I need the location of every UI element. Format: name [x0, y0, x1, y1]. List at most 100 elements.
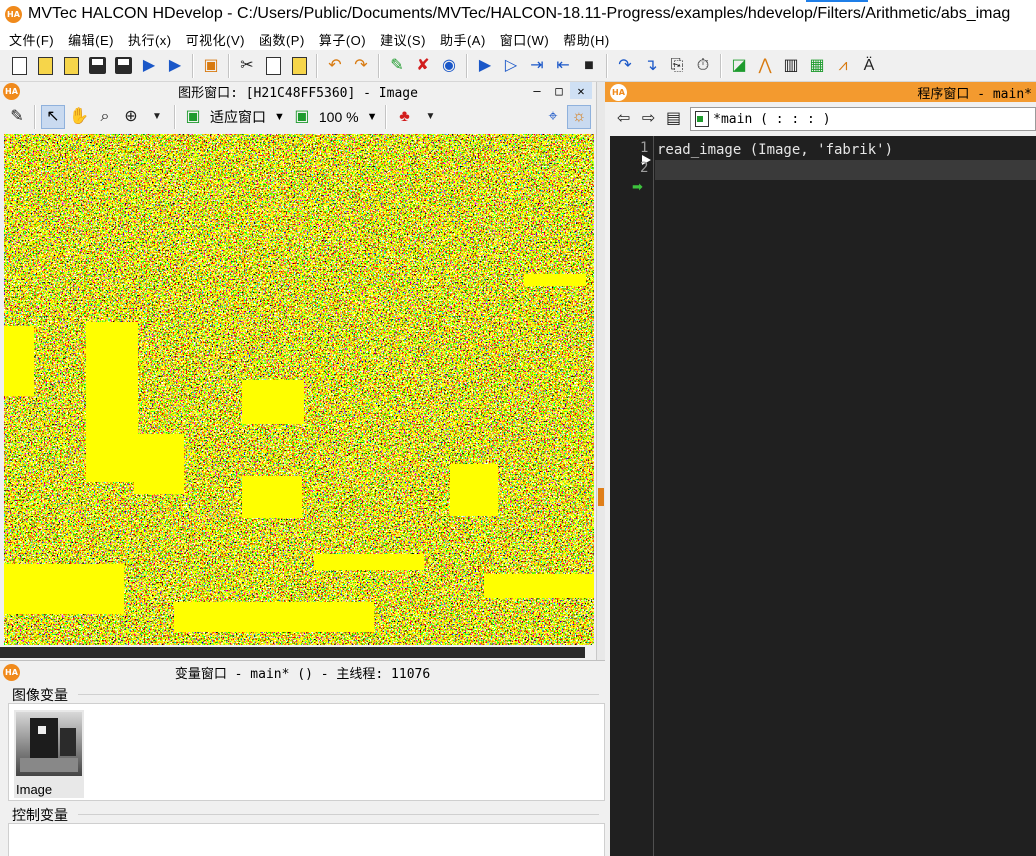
save-all-icon[interactable] [111, 54, 135, 78]
program-window-titlebar: HA 程序窗口 - main* [605, 82, 1036, 102]
redo-icon[interactable]: ↷ [349, 54, 373, 78]
procedure-name: *main ( : : : ) [713, 111, 831, 127]
title-bar: HA MVTec HALCON HDevelop - C:/Users/Publ… [0, 0, 1036, 28]
fit-mode-combo[interactable]: 适应窗口 ▼ [206, 105, 289, 129]
zoom-icon[interactable]: ⊕ [119, 105, 143, 129]
export-icon[interactable]: ▶ [137, 54, 161, 78]
code-line[interactable]: read_image (Image, 'fabrik') [655, 140, 1036, 160]
procedure-icon [695, 111, 710, 127]
toolbar-separator [316, 53, 318, 78]
graphics-toolbar: ✎ ↖ ✋ ⌕ ⊕ ▼ ▣ 适应窗口 ▼ ▣ 100 % ▼ ♣ ▼ ⌖ ☼ [0, 102, 597, 132]
menu-procedures[interactable]: 函数(P) [252, 30, 312, 49]
menu-execute[interactable]: 执行(x) [121, 30, 179, 49]
step-over-icon[interactable]: ↷ [613, 54, 637, 78]
paste-icon[interactable] [287, 54, 311, 78]
fit-window-icon[interactable]: ▣ [181, 105, 205, 129]
gray-histogram-icon[interactable]: ◪ [727, 54, 751, 78]
profiler-icon[interactable]: ⏱ [691, 54, 715, 78]
lightbulb-icon[interactable]: ☼ [567, 105, 591, 129]
run-icon[interactable]: ▶ [473, 54, 497, 78]
menu-visualization[interactable]: 可视化(V) [179, 30, 252, 49]
image-region [484, 574, 594, 598]
menu-assistants[interactable]: 助手(A) [433, 30, 493, 49]
image-region [86, 322, 138, 482]
main-toolbar: ▶ ▶ ▣ ✂ ↶ ↷ ✎ ✘ ◉ ▶ ▷ ⇥ ⇤ ■ ↷ ↴ ⎘ ⏱ ◪ ⋀ … [0, 50, 1036, 82]
find-icon[interactable]: ◉ [437, 54, 461, 78]
zoom-dropdown-icon[interactable]: ▼ [145, 105, 169, 129]
deactivate-icon[interactable]: ✘ [411, 54, 435, 78]
image-variable-name: Image [16, 782, 53, 797]
image-thumbnail [16, 712, 82, 776]
menu-file[interactable]: 文件(F) [2, 30, 61, 49]
zoom-combo[interactable]: 100 % ▼ [315, 105, 382, 129]
minimize-icon[interactable]: — [526, 82, 548, 99]
pan-hand-icon[interactable]: ✋ [67, 105, 91, 129]
halcon-logo-icon: HA [3, 664, 20, 681]
image-region [242, 380, 304, 424]
zoom-window-icon[interactable]: ⩘ [831, 54, 855, 78]
magnifier-icon[interactable]: ⌕ [93, 105, 117, 129]
procedure-selector[interactable]: *main ( : : : ) [690, 107, 1036, 131]
feature-inspection-icon[interactable]: ▦ [805, 54, 829, 78]
edit-window-icon[interactable]: ✎ [5, 105, 29, 129]
procedure-icon[interactable]: ▤ [662, 107, 685, 131]
splitter-grip[interactable] [598, 488, 604, 506]
graphics-scrollbar[interactable] [0, 647, 585, 658]
menu-operators[interactable]: 算子(O) [312, 30, 373, 49]
image-variables-area: Image [8, 703, 605, 801]
activate-icon[interactable]: ✎ [385, 54, 409, 78]
divider [78, 814, 599, 815]
program-window-title: 程序窗口 - main* [917, 86, 1032, 102]
halcon-logo-icon: HA [610, 84, 627, 101]
line-number: 1 [640, 140, 649, 156]
roi-icon[interactable]: ⌖ [541, 105, 565, 129]
menu-suggestions[interactable]: 建议(S) [373, 30, 433, 49]
back-arrow-icon[interactable]: ⇦ [612, 107, 635, 131]
code-line-current[interactable] [655, 160, 1036, 180]
zoom-level-icon[interactable]: ▣ [290, 105, 314, 129]
zoom-value: 100 % [318, 109, 359, 125]
menu-help[interactable]: 帮助(H) [556, 30, 617, 49]
menu-window[interactable]: 窗口(W) [493, 30, 556, 49]
pointer-icon[interactable]: ↖ [41, 105, 65, 129]
line-profile-icon[interactable]: ⋀ [753, 54, 777, 78]
image-variable-tile[interactable]: Image [14, 710, 84, 798]
step-back-icon[interactable]: ⇤ [551, 54, 575, 78]
run-to-insert-icon[interactable]: ⇥ [525, 54, 549, 78]
image-display[interactable] [4, 134, 594, 645]
new-program-icon[interactable] [7, 54, 31, 78]
image-region [242, 476, 302, 518]
reset-program-icon[interactable]: ⎘ [665, 54, 689, 78]
graphics-window-title: 图形窗口: [H21C48FF5360] - Image [178, 85, 418, 101]
toolbar-separator [385, 105, 388, 129]
toolbar-separator [720, 53, 722, 78]
export-library-icon[interactable]: ▶ [163, 54, 187, 78]
image-region [314, 554, 424, 570]
cut-icon[interactable]: ✂ [235, 54, 259, 78]
open-program-icon[interactable] [33, 54, 57, 78]
toolbar-separator [174, 105, 176, 129]
code-editor[interactable]: 1 2 ➡ read_image (Image, 'fabrik') [610, 136, 1036, 856]
maximize-icon[interactable]: □ [548, 82, 570, 99]
splitter[interactable] [597, 82, 605, 660]
ocr-assistant-icon[interactable]: Ä [857, 54, 881, 78]
open-example-icon[interactable] [59, 54, 83, 78]
toolbar-separator [228, 53, 230, 78]
save-icon[interactable] [85, 54, 109, 78]
feature-histogram-icon[interactable]: ▥ [779, 54, 803, 78]
browse-examples-icon[interactable]: ▣ [199, 54, 223, 78]
image-region [4, 326, 34, 396]
undo-icon[interactable]: ↶ [323, 54, 347, 78]
variable-window-titlebar: HA 变量窗口 - main* () - 主线程: 11076 [0, 661, 605, 683]
color-dropdown-icon[interactable]: ▼ [418, 105, 442, 129]
menu-edit[interactable]: 编辑(E) [61, 30, 121, 49]
copy-icon[interactable] [261, 54, 285, 78]
stop-icon[interactable]: ■ [577, 54, 601, 78]
program-toolbar: ⇦ ⇨ ▤ *main ( : : : ) [605, 104, 1036, 134]
step-into-icon[interactable]: ↴ [639, 54, 663, 78]
forward-arrow-icon[interactable]: ⇨ [637, 107, 660, 131]
titlebar-accent [806, 0, 868, 2]
close-icon[interactable]: ✕ [570, 82, 592, 99]
color-settings-icon[interactable]: ♣ [392, 105, 416, 129]
step-icon[interactable]: ▷ [499, 54, 523, 78]
